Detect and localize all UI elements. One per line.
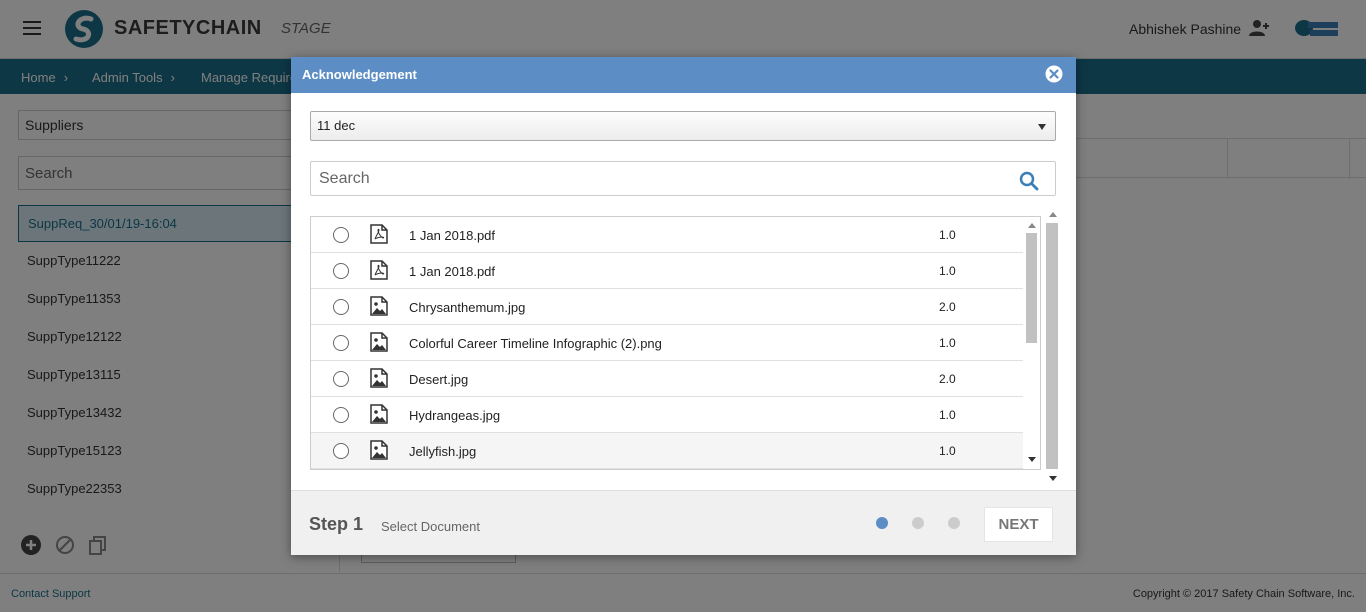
table-row[interactable]: Desert.jpg 2.0 xyxy=(311,361,1023,397)
image-icon xyxy=(370,368,388,388)
file-version: 1.0 xyxy=(939,228,956,242)
dialog-scrollbar[interactable] xyxy=(1044,208,1061,488)
table-row[interactable]: 1 Jan 2018.pdf 1.0 xyxy=(311,253,1023,289)
search-icon[interactable] xyxy=(1019,171,1039,191)
scrollbar-thumb[interactable] xyxy=(1026,233,1037,343)
list-scrollbar[interactable] xyxy=(1023,217,1040,469)
chevron-down-icon xyxy=(1038,124,1046,130)
scroll-down-icon[interactable] xyxy=(1049,476,1057,481)
file-version: 2.0 xyxy=(939,372,956,386)
file-version: 1.0 xyxy=(939,336,956,350)
document-search xyxy=(310,161,1056,196)
select-radio[interactable] xyxy=(333,299,349,315)
file-name: Hydrangeas.jpg xyxy=(409,408,501,423)
file-version: 1.0 xyxy=(939,264,956,278)
table-row[interactable]: Hydrangeas.jpg 1.0 xyxy=(311,397,1023,433)
table-row[interactable]: Chrysanthemum.jpg 2.0 xyxy=(311,289,1023,325)
step-description: Select Document xyxy=(381,519,480,534)
table-row[interactable]: 1 Jan 2018.pdf 1.0 xyxy=(311,217,1023,253)
file-version: 1.0 xyxy=(939,444,956,458)
image-icon xyxy=(370,440,388,460)
document-search-input[interactable] xyxy=(319,168,999,190)
file-version: 1.0 xyxy=(939,408,956,422)
acknowledgement-dialog: Acknowledgement 11 dec 1 Jan 2018.pdf 1.… xyxy=(291,57,1076,555)
step-indicator-2 xyxy=(912,517,924,529)
document-list: 1 Jan 2018.pdf 1.0 1 Jan 2018.pdf 1.0 Ch… xyxy=(310,216,1041,470)
file-name: Desert.jpg xyxy=(409,372,469,387)
document-group-select-value: 11 dec xyxy=(317,118,356,133)
scrollbar-thumb[interactable] xyxy=(1046,223,1058,469)
select-radio[interactable] xyxy=(333,407,349,423)
file-version: 2.0 xyxy=(939,300,956,314)
file-name: 1 Jan 2018.pdf xyxy=(409,264,496,279)
dialog-title: Acknowledgement xyxy=(302,67,417,82)
step-indicator-3 xyxy=(948,517,960,529)
close-icon[interactable] xyxy=(1045,65,1063,83)
image-icon xyxy=(370,404,388,424)
file-name: Jellyfish.jpg xyxy=(409,444,477,459)
image-icon xyxy=(370,296,388,316)
scroll-up-icon[interactable] xyxy=(1028,223,1036,228)
pdf-icon xyxy=(370,260,388,280)
step-label: Step 1 xyxy=(309,514,364,534)
select-radio[interactable] xyxy=(333,335,349,351)
step-indicator-1 xyxy=(876,517,888,529)
file-name: Colorful Career Timeline Infographic (2)… xyxy=(409,336,662,351)
file-name: 1 Jan 2018.pdf xyxy=(409,228,496,243)
document-group-select[interactable]: 11 dec xyxy=(310,111,1056,141)
scroll-up-icon[interactable] xyxy=(1049,212,1057,217)
image-icon xyxy=(370,332,388,352)
file-name: Chrysanthemum.jpg xyxy=(409,300,526,315)
scroll-down-icon[interactable] xyxy=(1028,457,1036,462)
next-button[interactable]: NEXT xyxy=(984,507,1053,542)
select-radio[interactable] xyxy=(333,443,349,459)
dialog-header: Acknowledgement xyxy=(291,57,1076,93)
select-radio[interactable] xyxy=(333,371,349,387)
dialog-footer: Step 1 Select Document NEXT xyxy=(291,490,1076,555)
pdf-icon xyxy=(370,224,388,244)
table-row[interactable]: Jellyfish.jpg 1.0 xyxy=(311,433,1023,469)
table-row[interactable]: Colorful Career Timeline Infographic (2)… xyxy=(311,325,1023,361)
select-radio[interactable] xyxy=(333,263,349,279)
select-radio[interactable] xyxy=(333,227,349,243)
